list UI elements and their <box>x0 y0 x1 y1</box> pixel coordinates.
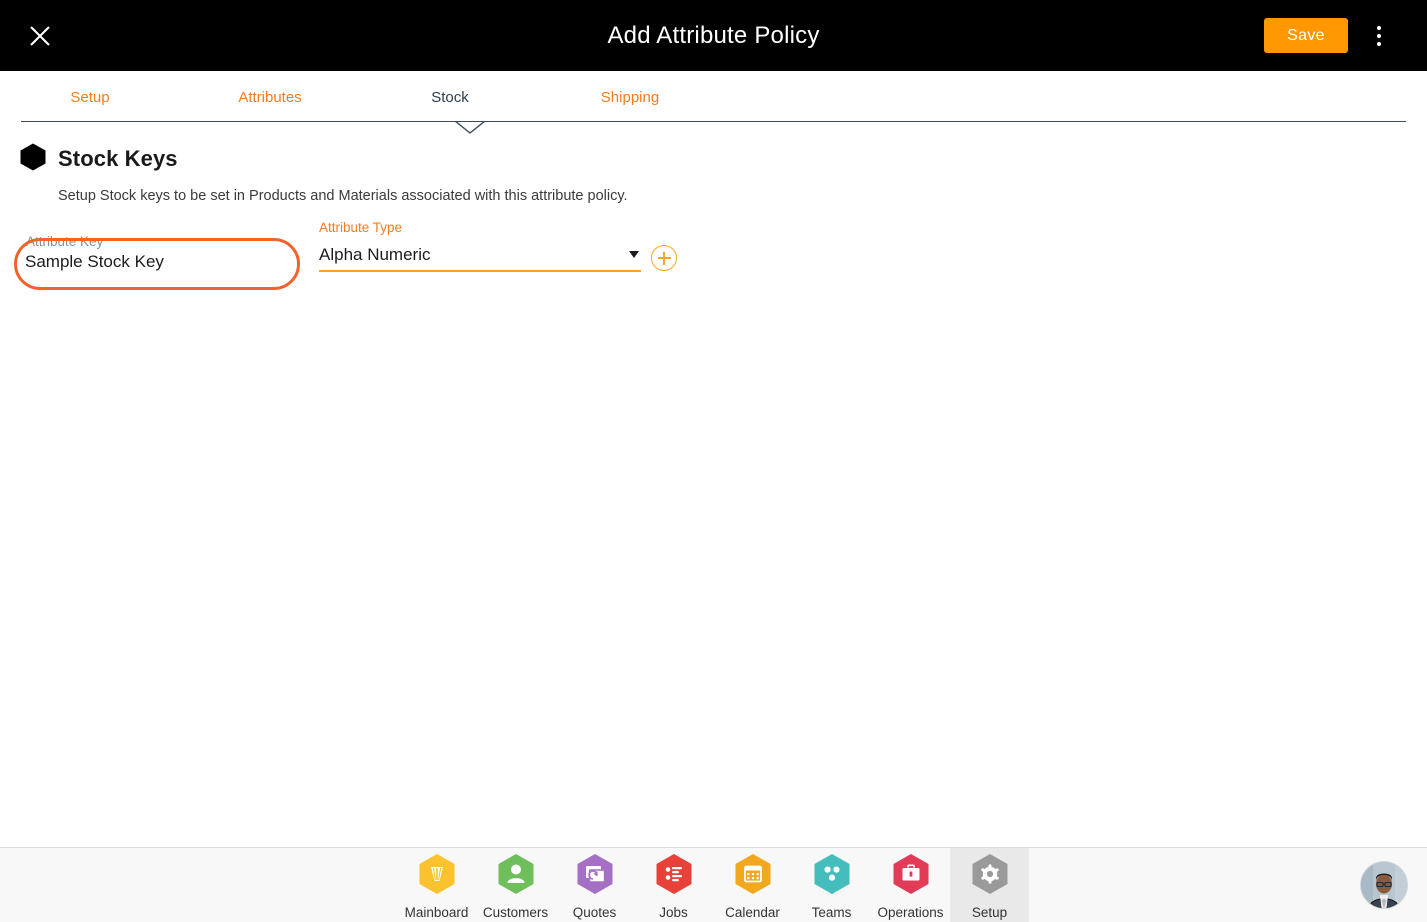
attribute-type-value: Alpha Numeric <box>319 245 431 264</box>
tab-stock[interactable]: Stock <box>360 89 540 106</box>
bottom-nav-bar: Mainboard Customers Quotes Jobs Calendar… <box>0 847 1427 922</box>
app-root: Add Attribute Policy Save Setup Attribut… <box>0 0 1427 922</box>
nav-label-jobs: Jobs <box>659 905 688 920</box>
nav-item-calendar[interactable]: Calendar <box>713 848 792 922</box>
tab-attributes[interactable]: Attributes <box>180 89 360 106</box>
nav-item-setup[interactable]: Setup <box>950 848 1029 922</box>
chevron-down-icon <box>629 251 639 258</box>
attribute-key-field[interactable]: Attribute Key <box>16 220 299 272</box>
nav-label-mainboard: Mainboard <box>404 905 469 920</box>
plus-circle-icon[interactable] <box>651 245 677 271</box>
section-title: Stock Keys <box>58 146 178 171</box>
user-avatar[interactable] <box>1360 861 1408 909</box>
mainboard-icon <box>418 853 456 900</box>
tab-shipping[interactable]: Shipping <box>540 89 720 106</box>
save-button[interactable]: Save <box>1264 18 1348 53</box>
nav-item-operations[interactable]: Operations <box>871 848 950 922</box>
tab-bar: Setup Attributes Stock Shipping <box>0 71 1427 134</box>
attribute-row: Attribute Key Attribute Type Alpha Numer… <box>0 220 1427 290</box>
nav-label-customers: Customers <box>482 905 549 920</box>
attribute-key-label: Attribute Key <box>26 234 104 249</box>
nav-label-calendar: Calendar <box>725 905 780 920</box>
attribute-key-input[interactable] <box>25 252 290 272</box>
section-header: Stock Keys <box>0 140 1427 178</box>
operations-icon <box>892 853 930 900</box>
attribute-type-field: Attribute Type Alpha Numeric <box>319 220 641 272</box>
setup-gear-icon <box>971 853 1009 900</box>
nav-item-quotes[interactable]: Quotes <box>555 848 634 922</box>
tab-setup[interactable]: Setup <box>0 89 180 106</box>
kebab-menu-icon[interactable] <box>1365 18 1393 54</box>
hexagon-bullet-icon <box>20 143 46 176</box>
bottom-nav-items: Mainboard Customers Quotes Jobs Calendar… <box>397 848 1029 922</box>
page-title: Add Attribute Policy <box>607 22 820 49</box>
nav-label-operations: Operations <box>877 905 944 920</box>
active-tab-indicator <box>455 121 485 135</box>
jobs-icon <box>655 853 693 900</box>
nav-item-teams[interactable]: Teams <box>792 848 871 922</box>
quotes-icon <box>576 853 614 900</box>
tab-list: Setup Attributes Stock Shipping <box>0 71 720 123</box>
app-header: Add Attribute Policy Save <box>0 0 1427 71</box>
nav-item-mainboard[interactable]: Mainboard <box>397 848 476 922</box>
attribute-type-label: Attribute Type <box>319 220 403 235</box>
close-icon[interactable] <box>22 18 58 54</box>
teams-icon <box>813 853 851 900</box>
calendar-icon <box>734 853 772 900</box>
nav-label-quotes: Quotes <box>572 905 617 920</box>
attribute-type-select[interactable]: Alpha Numeric <box>319 240 641 272</box>
tab-divider <box>21 121 1406 122</box>
nav-label-setup: Setup <box>971 905 1008 920</box>
nav-item-jobs[interactable]: Jobs <box>634 848 713 922</box>
section-description: Setup Stock keys to be set in Products a… <box>58 188 628 204</box>
nav-label-teams: Teams <box>811 905 852 920</box>
nav-item-customers[interactable]: Customers <box>476 848 555 922</box>
customers-icon <box>497 853 535 900</box>
stock-keys-section: Stock Keys Setup Stock keys to be set in… <box>0 140 1427 290</box>
